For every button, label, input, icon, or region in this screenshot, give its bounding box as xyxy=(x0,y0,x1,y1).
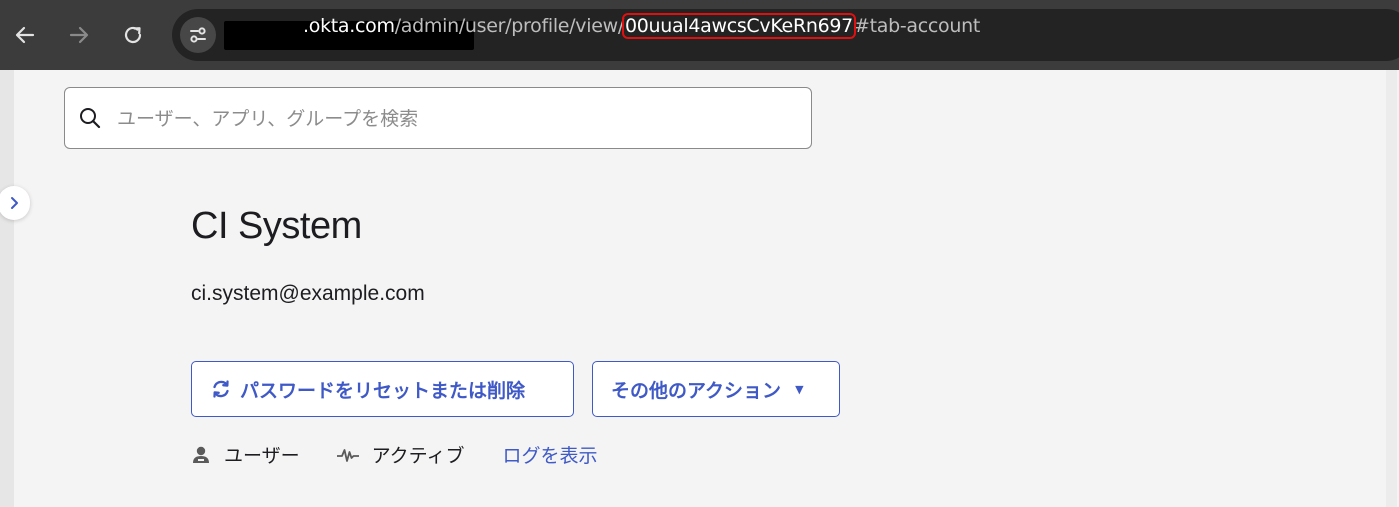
page-title: CI System xyxy=(191,205,362,247)
user-status-label: アクティブ xyxy=(371,444,465,467)
chevron-right-icon xyxy=(11,197,18,209)
url-user-id: 00uual4awcsCvKeRn697 xyxy=(621,13,856,39)
tune-icon xyxy=(190,27,206,43)
caret-down-icon: ▼ xyxy=(795,382,804,396)
search-input[interactable] xyxy=(115,88,799,150)
view-logs-link[interactable]: ログを表示 xyxy=(503,441,598,468)
site-info-button[interactable] xyxy=(180,17,216,53)
more-actions-label: その他のアクション xyxy=(611,379,782,402)
url-text[interactable]: .okta.com/admin/user/profile/view/00uual… xyxy=(303,13,980,39)
forward-button[interactable] xyxy=(66,22,92,48)
refresh-icon xyxy=(213,380,229,398)
user-email: ci.system@example.com xyxy=(191,282,425,305)
reset-password-button[interactable]: パスワードをリセットまたは削除 xyxy=(191,361,574,417)
arrow-left-icon xyxy=(15,26,35,44)
url-path: /admin/user/profile/view/ xyxy=(394,15,625,37)
scrollbar[interactable] xyxy=(1384,70,1399,507)
user-icon xyxy=(190,443,212,465)
reload-button[interactable] xyxy=(120,22,146,48)
reset-password-label: パスワードをリセットまたは削除 xyxy=(240,379,526,402)
scrollbar-thumb[interactable] xyxy=(1386,70,1397,507)
global-search[interactable] xyxy=(64,87,812,150)
user-type-label: ユーザー xyxy=(224,444,300,467)
back-button[interactable] xyxy=(12,22,38,48)
browser-toolbar: .okta.com/admin/user/profile/view/00uual… xyxy=(0,0,1399,70)
user-status: アクティブ xyxy=(336,441,465,468)
arrow-right-icon xyxy=(69,26,89,44)
reload-icon xyxy=(124,26,142,44)
url-host: .okta.com xyxy=(303,15,395,37)
activity-pulse-icon xyxy=(336,443,360,465)
user-type: ユーザー xyxy=(190,441,300,468)
url-hash: #tab-account xyxy=(853,15,980,37)
search-icon xyxy=(80,108,101,129)
profile-meta: ユーザー アクティブ ログを表示 xyxy=(190,438,598,470)
more-actions-dropdown[interactable]: その他のアクション ▼ xyxy=(592,361,840,417)
side-nav-toggle[interactable] xyxy=(0,186,30,220)
side-nav-rail xyxy=(0,70,14,507)
